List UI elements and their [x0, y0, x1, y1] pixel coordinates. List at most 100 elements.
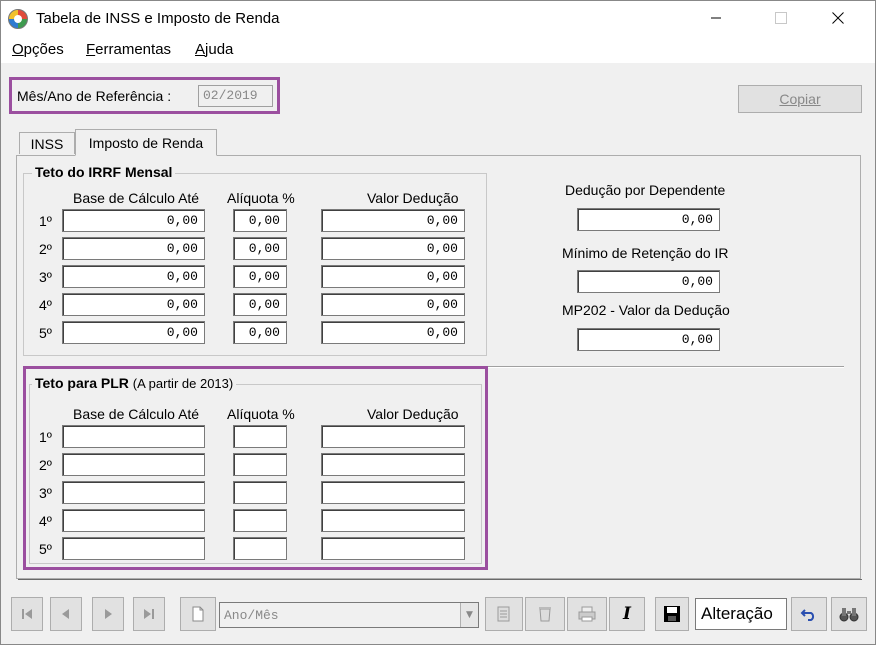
irrf-group-title: Teto do IRRF Mensal	[32, 164, 176, 180]
irrf-row-label: 5º	[39, 325, 52, 341]
menu-opcoes-accel: O	[12, 41, 24, 58]
year-month-search[interactable]: Ano/Mês ▼	[219, 602, 479, 628]
plr-row-label: 3º	[39, 485, 52, 501]
minimo-retencao-field[interactable]: 0,00	[577, 270, 720, 293]
irrf-aliquota-field[interactable]: 0,00	[233, 321, 287, 344]
plr-aliquota-field[interactable]	[233, 453, 287, 476]
plr-deducao-field[interactable]	[321, 509, 465, 532]
plr-aliquota-field[interactable]	[233, 509, 287, 532]
minimize-button[interactable]	[693, 1, 739, 35]
irrf-deducao-field[interactable]: 0,00	[321, 209, 465, 232]
new-record-button[interactable]	[180, 597, 216, 631]
edit-icon	[497, 606, 510, 622]
irrf-aliquota-field[interactable]: 0,00	[233, 265, 287, 288]
mp202-field[interactable]: 0,00	[577, 328, 720, 351]
plr-aliquota-field[interactable]	[233, 481, 287, 504]
delete-icon	[539, 607, 551, 622]
irrf-base-field[interactable]: 0,00	[62, 321, 205, 344]
tab-imposto-de-renda-label: Imposto de Renda	[88, 134, 204, 151]
app-icon	[8, 9, 28, 29]
plr-row-label: 1º	[39, 429, 52, 445]
mp202-label: MP202 - Valor da Dedução	[562, 302, 730, 318]
plr-deducao-field[interactable]	[321, 453, 465, 476]
plr-header-deducao: Valor Dedução	[367, 406, 459, 422]
plr-deducao-field[interactable]	[321, 481, 465, 504]
irrf-deducao-field[interactable]: 0,00	[321, 265, 465, 288]
prior-icon	[62, 609, 69, 619]
undo-button[interactable]	[791, 597, 827, 631]
print-button[interactable]	[567, 597, 607, 631]
main-window: Tabela de INSS e Imposto de Renda Opções…	[0, 0, 876, 645]
irrf-base-field[interactable]: 0,00	[62, 237, 205, 260]
undo-icon	[800, 609, 815, 621]
irrf-aliquota-field[interactable]: 0,00	[233, 293, 287, 316]
menu-ajuda[interactable]: Ajuda	[195, 41, 233, 58]
plr-subtitle: (A partir de 2013)	[132, 376, 234, 391]
irrf-aliquota-field[interactable]: 0,00	[233, 209, 287, 232]
copy-button[interactable]: Copiar	[738, 85, 862, 113]
print-icon	[578, 606, 596, 622]
separator-line	[488, 366, 844, 368]
irrf-row-label: 4º	[39, 297, 52, 313]
irrf-deducao-field[interactable]: 0,00	[321, 293, 465, 316]
copy-button-label: Copiar	[779, 91, 821, 107]
plr-base-field[interactable]	[62, 425, 205, 448]
last-icon	[144, 609, 154, 619]
irrf-aliquota-field[interactable]: 0,00	[233, 237, 287, 260]
reference-input[interactable]: 02/2019	[198, 85, 273, 107]
menu-ajuda-accel: A	[195, 41, 206, 58]
irrf-row-label: 2º	[39, 241, 52, 257]
italic-button[interactable]: I	[609, 597, 645, 631]
tab-inss[interactable]: INSS	[19, 132, 75, 154]
plr-deducao-field[interactable]	[321, 537, 465, 560]
binoculars-icon	[839, 608, 859, 622]
delete-record-button[interactable]	[525, 597, 565, 631]
menu-opcoes[interactable]: Opções	[12, 41, 64, 58]
plr-header-aliquota: Alíquota %	[227, 406, 295, 422]
find-button[interactable]	[831, 597, 867, 631]
deducao-dependente-field[interactable]: 0,00	[577, 208, 720, 231]
plr-deducao-field[interactable]	[321, 425, 465, 448]
close-icon	[832, 12, 844, 24]
irrf-deducao-field[interactable]: 0,00	[321, 237, 465, 260]
tab-imposto-de-renda[interactable]: Imposto de Renda	[75, 129, 217, 156]
menu-ferramentas[interactable]: Ferramentas	[86, 41, 171, 58]
irrf-header-deducao: Valor Dedução	[367, 190, 459, 206]
new-document-icon	[192, 606, 204, 622]
first-record-button[interactable]	[11, 597, 43, 631]
plr-base-field[interactable]	[62, 481, 205, 504]
edit-record-button[interactable]	[485, 597, 523, 631]
plr-aliquota-field[interactable]	[233, 537, 287, 560]
plr-base-field[interactable]	[62, 453, 205, 476]
italic-icon: I	[623, 604, 631, 624]
menu-ferramentas-accel: F	[86, 41, 96, 58]
title-bar: Tabela de INSS e Imposto de Renda	[1, 1, 875, 35]
menu-ajuda-label: juda	[205, 41, 234, 58]
irrf-base-field[interactable]: 0,00	[62, 293, 205, 316]
minimize-icon	[711, 17, 721, 19]
last-record-button[interactable]	[133, 597, 165, 631]
irrf-header-base: Base de Cálculo Até	[73, 190, 200, 206]
plr-header-base: Base de Cálculo Até	[73, 406, 200, 422]
irrf-deducao-field[interactable]: 0,00	[321, 321, 465, 344]
plr-aliquota-field[interactable]	[233, 425, 287, 448]
next-icon	[105, 609, 112, 619]
prior-record-button[interactable]	[50, 597, 82, 631]
save-button[interactable]	[655, 597, 689, 631]
status-indicator: Alteração	[695, 598, 787, 630]
chevron-down-icon[interactable]: ▼	[460, 603, 478, 627]
panel-shadow	[18, 577, 862, 580]
menu-ferramentas-label: erramentas	[95, 41, 172, 58]
next-record-button[interactable]	[92, 597, 124, 631]
plr-base-field[interactable]	[62, 537, 205, 560]
close-button[interactable]	[815, 1, 861, 35]
irrf-base-field[interactable]: 0,00	[62, 265, 205, 288]
maximize-button[interactable]	[758, 1, 804, 35]
plr-base-field[interactable]	[62, 509, 205, 532]
minimo-retencao-label: Mínimo de Retenção do IR	[562, 245, 729, 261]
irrf-base-field[interactable]: 0,00	[62, 209, 205, 232]
irrf-header-aliquota: Alíquota %	[227, 190, 295, 206]
deducao-dependente-label: Dedução por Dependente	[565, 182, 726, 198]
reference-label: Mês/Ano de Referência :	[17, 88, 172, 104]
plr-title: Teto para PLR	[35, 375, 129, 391]
